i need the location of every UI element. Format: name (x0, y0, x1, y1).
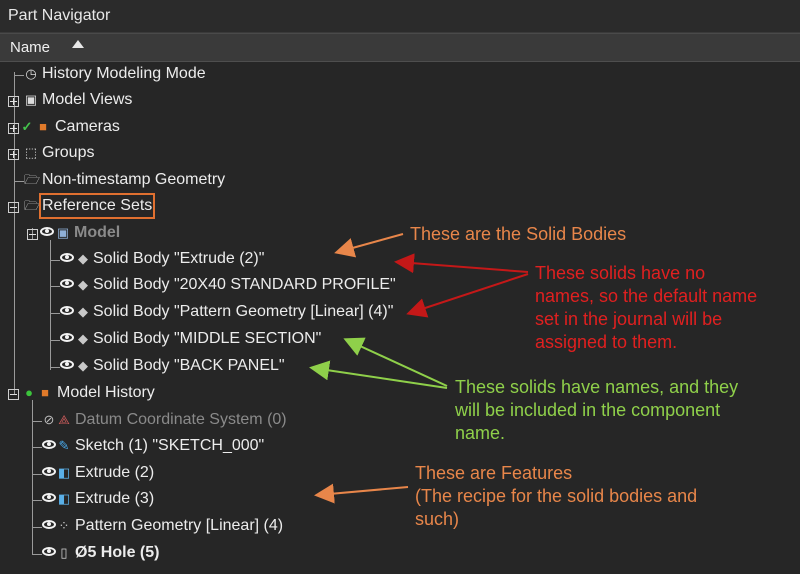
visibility-eye-icon[interactable] (42, 520, 56, 529)
folder-icon: 🗁 (24, 198, 41, 213)
annotation-line: such) (415, 509, 460, 529)
tree-row-model-views[interactable]: ▣ Model Views (0, 88, 800, 114)
annotation-have-names: These solids have names, and they will b… (455, 376, 738, 445)
annotation-line: set in the journal will be (535, 309, 723, 329)
clock-icon: ◷ (25, 66, 37, 81)
visibility-eye-icon[interactable] (60, 253, 74, 262)
hidden-eye-icon[interactable]: ⊘ (42, 413, 56, 427)
visibility-eye-icon[interactable] (42, 547, 56, 556)
visibility-eye-icon[interactable] (60, 333, 74, 342)
annotation-line: name. (455, 423, 506, 443)
tree-label: Solid Body "BACK PANEL" (93, 357, 285, 374)
annotation-line: assigned to them. (535, 332, 678, 352)
tree-line (32, 447, 42, 448)
collapse-icon[interactable] (27, 229, 38, 240)
pattern-icon: ⁘ (58, 518, 70, 533)
annotation-features: These are Features (The recipe for the s… (415, 462, 697, 531)
sketch-icon: ✎ (58, 438, 70, 453)
extrude-icon: ◧ (57, 465, 71, 480)
tree-line (14, 181, 24, 182)
tree-line (50, 340, 60, 341)
visibility-eye-icon[interactable] (42, 440, 56, 449)
tree-row-model[interactable]: ▣ Model (0, 221, 800, 247)
annotation-line: These are Features (415, 463, 573, 483)
camera-icon: ■ (39, 119, 47, 134)
panel-title: Part Navigator (8, 7, 111, 24)
column-header-name[interactable]: Name (10, 39, 50, 56)
tree-line (32, 474, 42, 475)
tree-line (32, 527, 42, 528)
tree-label: Solid Body "Extrude (2)" (93, 250, 265, 267)
expand-icon[interactable] (8, 123, 19, 134)
tree-row-feature[interactable]: ▯ Ø5 Hole (5) (0, 541, 800, 567)
tree-label: Extrude (3) (75, 490, 155, 507)
tree-row-history-mode[interactable]: ◷ History Modeling Mode (0, 62, 800, 88)
tree-label: Solid Body "20X40 STANDARD PROFILE" (93, 276, 396, 293)
folder-icon: 🗁 (24, 172, 41, 187)
tree-label: Groups (42, 144, 95, 161)
expand-icon[interactable] (8, 149, 19, 160)
tree-label: Model (74, 224, 121, 241)
group-icon: ⬚ (24, 145, 38, 160)
tree-label: Solid Body "MIDDLE SECTION" (93, 330, 322, 347)
column-header[interactable]: Name (0, 33, 800, 62)
tree-row-groups[interactable]: ⬚ Groups (0, 141, 800, 167)
tree-line (50, 313, 60, 314)
visibility-eye-icon[interactable] (60, 306, 74, 315)
datum-csys-icon: ⟁ (58, 412, 70, 427)
collapse-icon[interactable] (8, 389, 19, 400)
solid-body-icon: ◆ (78, 277, 88, 292)
visibility-eye-icon[interactable] (42, 467, 56, 476)
tree-label: Solid Body "Pattern Geometry [Linear] (4… (93, 303, 394, 320)
history-icon: ■ (41, 385, 49, 400)
sort-ascending-icon[interactable] (72, 40, 84, 48)
annotation-line: These solids have no (535, 263, 706, 283)
annotation-line: will be included in the component (455, 400, 721, 420)
tree-line (50, 260, 60, 261)
checkmark-icon[interactable]: ✓ (20, 120, 34, 134)
tree-label: Non-timestamp Geometry (42, 171, 226, 188)
tree-line (14, 75, 24, 76)
tree-line (50, 367, 60, 368)
tree-label: Extrude (2) (75, 464, 155, 481)
model-reference-icon: ▣ (56, 225, 70, 240)
tree-line (32, 421, 42, 422)
highlight-box (39, 193, 155, 219)
annotation-line: (The recipe for the solid bodies and (415, 486, 698, 506)
expand-icon[interactable] (8, 96, 19, 107)
tree-label: History Modeling Mode (42, 65, 206, 82)
tree-label: Sketch (1) "SKETCH_000" (75, 437, 265, 454)
tree-line (32, 554, 42, 555)
annotation-line: names, so the default name (535, 286, 758, 306)
visibility-eye-icon[interactable] (60, 360, 74, 369)
tree-row-non-timestamp[interactable]: 🗁 Non-timestamp Geometry (0, 168, 800, 194)
panel-title-bar: Part Navigator (0, 0, 800, 33)
model-views-icon: ▣ (24, 92, 38, 107)
tree-line (32, 500, 42, 501)
solid-body-icon: ◆ (78, 331, 88, 346)
visibility-eye-icon[interactable] (42, 493, 56, 502)
tree-label: Pattern Geometry [Linear] (4) (75, 517, 284, 534)
tree-label: Model Views (42, 91, 133, 108)
tree-label: Ø5 Hole (5) (75, 544, 160, 561)
annotation-no-names: These solids have no names, so the defau… (535, 262, 757, 354)
solid-body-icon: ◆ (78, 251, 88, 266)
extrude-icon: ◧ (57, 491, 71, 506)
status-green-icon: ● (25, 385, 33, 400)
tree-label: Datum Coordinate System (0) (75, 411, 287, 428)
visibility-eye-icon[interactable] (40, 227, 54, 236)
tree-line (50, 286, 60, 287)
annotation-solid-bodies: These are the Solid Bodies (410, 224, 627, 244)
solid-body-icon: ◆ (78, 304, 88, 319)
annotation-line: These solids have names, and they (455, 377, 739, 397)
solid-body-icon: ◆ (78, 358, 88, 373)
tree-label: Cameras (55, 118, 120, 135)
tree-row-cameras[interactable]: ✓ ■ Cameras (0, 115, 800, 141)
hole-icon: ▯ (60, 545, 68, 560)
tree-label: Model History (57, 384, 155, 401)
visibility-eye-icon[interactable] (60, 279, 74, 288)
collapse-icon[interactable] (8, 202, 19, 213)
